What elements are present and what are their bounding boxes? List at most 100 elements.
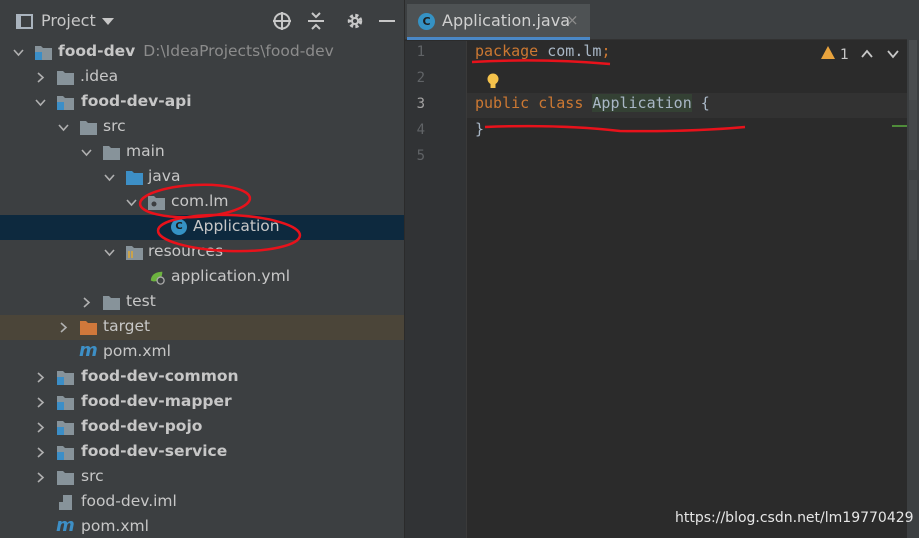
tree-row-application-yml[interactable]: application.yml <box>0 265 404 290</box>
chevron-right-icon[interactable] <box>35 472 46 483</box>
class-icon: C <box>418 13 435 30</box>
select-opened-file-icon[interactable] <box>271 10 293 32</box>
folder-icon <box>80 121 97 135</box>
tab-application-java[interactable]: C Application.java × <box>407 4 590 40</box>
tree-row-main[interactable]: main <box>0 140 404 165</box>
tree-row-com-lm[interactable]: com.lm <box>0 190 404 215</box>
tree-label: src <box>81 467 104 485</box>
chevron-up-icon[interactable] <box>860 48 874 60</box>
maven-tool-button[interactable] <box>909 100 917 170</box>
close-icon[interactable]: × <box>566 11 579 29</box>
project-panel-header: Project <box>0 0 404 42</box>
folder-icon <box>103 146 120 160</box>
module-folder-icon <box>35 46 52 60</box>
module-folder-icon <box>57 371 74 385</box>
tree-label: food-dev.iml <box>81 492 177 510</box>
tree-label: food-dev-pojo <box>81 417 203 435</box>
database-tool-button[interactable] <box>909 180 917 260</box>
code-line-4: } <box>475 120 485 138</box>
tree-row-pom-xml[interactable]: m pom.xml <box>0 340 404 365</box>
chevron-down-icon[interactable] <box>104 247 115 258</box>
chevron-down-icon[interactable] <box>81 147 92 158</box>
tree-label: test <box>126 292 156 310</box>
minimize-icon[interactable] <box>376 10 398 32</box>
tree-row-test[interactable]: test <box>0 290 404 315</box>
tree-row-src-root[interactable]: src <box>0 465 404 490</box>
module-folder-icon <box>57 446 74 460</box>
source-folder-icon <box>126 171 143 185</box>
tree-row-application-class[interactable]: C Application <box>0 215 404 240</box>
tree-row-food-dev-pojo[interactable]: food-dev-pojo <box>0 415 404 440</box>
folder-icon <box>57 71 74 85</box>
chevron-down-icon[interactable] <box>126 197 137 208</box>
tree-label: src <box>103 117 126 135</box>
line-number: 2 <box>416 70 425 86</box>
chevron-right-icon[interactable] <box>35 372 46 383</box>
chevron-right-icon[interactable] <box>35 397 46 408</box>
folder-icon <box>103 296 120 310</box>
tree-label: java <box>148 167 181 185</box>
tree-label: pom.xml <box>103 342 171 360</box>
warning-icon[interactable] <box>821 46 835 59</box>
gear-icon[interactable] <box>344 10 366 32</box>
project-window-icon <box>16 14 33 29</box>
chevron-right-icon[interactable] <box>35 72 46 83</box>
module-folder-icon <box>57 96 74 110</box>
tree-label: food-dev D:\IdeaProjects\food-dev <box>58 42 334 60</box>
tree-row-java[interactable]: java <box>0 165 404 190</box>
class-icon: C <box>171 219 187 235</box>
chevron-down-icon[interactable] <box>58 122 69 133</box>
code-text-area[interactable]: package com.lm; public class Application… <box>467 41 919 538</box>
chevron-down-icon[interactable] <box>104 172 115 183</box>
resources-folder-icon <box>126 246 143 260</box>
tree-label: Application <box>193 217 280 235</box>
view-dropdown-icon[interactable] <box>102 18 114 25</box>
tree-row-food-dev-iml[interactable]: food-dev.iml <box>0 490 404 515</box>
tree-row-target[interactable]: target <box>0 315 404 340</box>
tree-row-food-dev[interactable]: food-dev D:\IdeaProjects\food-dev <box>0 40 404 65</box>
chevron-right-icon[interactable] <box>35 447 46 458</box>
tree-row-idea[interactable]: .idea <box>0 65 404 90</box>
code-editor: C Application.java × 1 2 3 4 5 package c… <box>405 0 919 538</box>
module-file-icon <box>59 495 72 510</box>
line-number: 4 <box>416 122 425 138</box>
project-tool-window: Project food-dev D:\IdeaProjects\food-dev <box>0 0 404 538</box>
package-icon <box>148 196 165 210</box>
tree-label: food-dev-api <box>81 92 192 110</box>
lightbulb-icon[interactable] <box>486 73 500 91</box>
chevron-right-icon[interactable] <box>35 422 46 433</box>
ant-tool-button[interactable] <box>909 40 917 100</box>
chevron-down-icon[interactable] <box>35 97 46 108</box>
warning-count[interactable]: 1 <box>840 47 849 63</box>
tree-label: food-dev-common <box>81 367 239 385</box>
tree-row-food-dev-api[interactable]: food-dev-api <box>0 90 404 115</box>
line-number-gutter: 1 2 3 4 5 <box>405 41 467 538</box>
chevron-down-icon[interactable] <box>886 48 900 60</box>
code-line-1: package com.lm; <box>475 42 611 60</box>
tree-label: food-dev-mapper <box>81 392 232 410</box>
tree-label: pom.xml <box>81 517 149 535</box>
tree-row-food-dev-mapper[interactable]: food-dev-mapper <box>0 390 404 415</box>
tree-row-food-dev-common[interactable]: food-dev-common <box>0 365 404 390</box>
line-number: 1 <box>416 44 425 60</box>
chevron-right-icon[interactable] <box>81 297 92 308</box>
chevron-right-icon[interactable] <box>58 322 69 333</box>
tree-label: resources <box>148 242 224 260</box>
line-number: 5 <box>416 148 425 164</box>
tree-label: target <box>103 317 151 335</box>
line-number: 3 <box>416 96 425 112</box>
tab-label: Application.java <box>442 11 571 30</box>
tree-row-src[interactable]: src <box>0 115 404 140</box>
tree-row-food-dev-service[interactable]: food-dev-service <box>0 440 404 465</box>
tree-label: application.yml <box>171 267 291 285</box>
folder-icon <box>57 471 74 485</box>
tree-row-resources[interactable]: resources <box>0 240 404 265</box>
tree-label: com.lm <box>171 192 229 210</box>
maven-icon: m <box>79 340 98 361</box>
maven-icon: m <box>56 515 75 536</box>
chevron-down-icon[interactable] <box>13 47 24 58</box>
tree-row-root-pom-xml[interactable]: m pom.xml <box>0 515 404 538</box>
collapse-all-icon[interactable] <box>305 10 327 32</box>
code-line-3: public class Application { <box>475 94 710 112</box>
project-panel-title[interactable]: Project <box>41 11 96 30</box>
